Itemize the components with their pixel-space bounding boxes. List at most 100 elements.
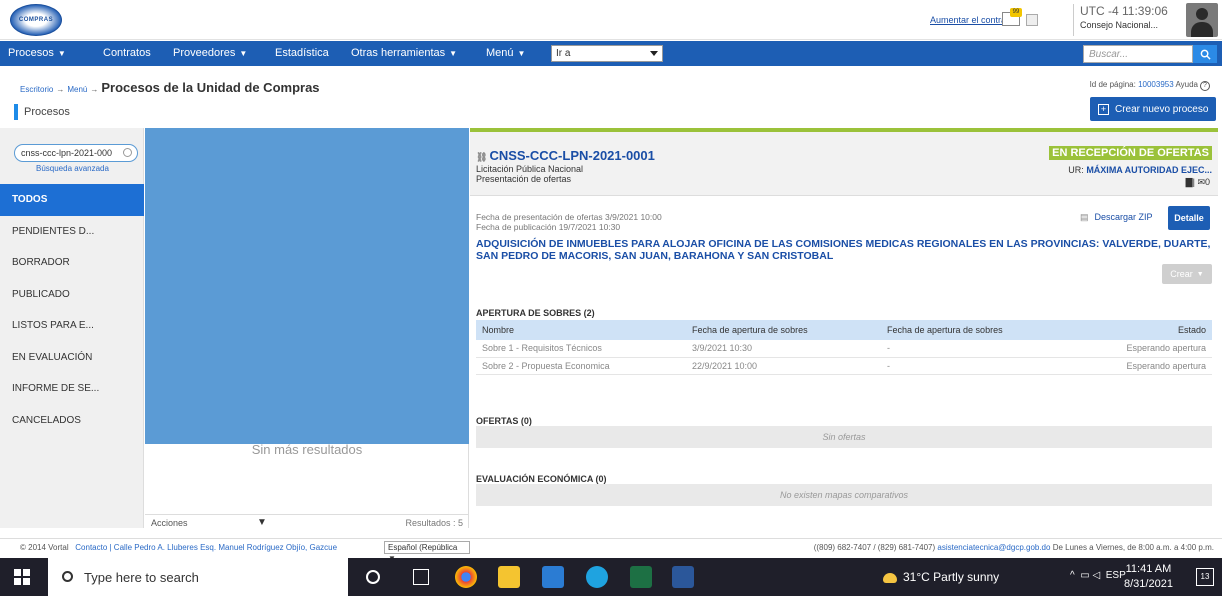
table-row[interactable]: Sobre 1 - Requisitos Técnicos 3/9/2021 1… [476,340,1212,358]
search-icon[interactable] [123,148,132,157]
col-fecha-apertura: Fecha de apertura de sobres [686,320,881,340]
task-view-icon[interactable] [413,569,429,585]
language-select[interactable]: Español (República ▼ [384,541,470,563]
envelopes-title: APERTURA DE SOBRES (2) [476,308,595,318]
user-name[interactable]: Consejo Nacional... [1080,20,1183,30]
nav-estadistica[interactable]: Estadística [275,47,329,59]
os-taskbar: Type here to search 31°C Partly sunny ^ … [0,558,1222,596]
process-code[interactable]: ⛓ CNSS-CCC-LPN-2021-0001 [476,148,655,163]
attachments-indicator: ▇| ✉0 [1185,177,1210,187]
network-icon[interactable]: ▭ [1080,570,1089,581]
global-search-input[interactable]: Buscar... [1083,45,1193,63]
nav-proveedores[interactable]: Proveedores ▼ [173,47,247,59]
process-stage: Presentación de ofertas [476,174,572,184]
caret-down-icon: ▼ [449,49,458,58]
footer-left: © 2014 Vortal Contacto | Calle Pedro A. … [20,543,338,552]
offers-title: OFERTAS (0) [476,416,532,426]
nav-procesos[interactable]: Procesos ▼ [8,47,66,59]
col-fecha-apertura-2: Fecha de apertura de sobres [881,320,1081,340]
file-explorer-icon[interactable] [498,566,520,588]
chrome-icon[interactable] [455,566,477,588]
word-icon[interactable] [672,566,694,588]
breadcrumb-root[interactable]: Escritorio [20,85,53,94]
results-count: Resultados : 5 [405,518,463,528]
col-nombre: Nombre [476,320,686,340]
advanced-search-link[interactable]: Búsqueda avanzada [36,164,109,173]
status-item-evaluacion[interactable]: EN EVALUACIÓN [0,342,144,374]
status-item-informe[interactable]: INFORME DE SE... [0,373,144,405]
status-item-todos[interactable]: TODOS [0,184,144,216]
redacted-area [145,128,469,444]
avatar[interactable] [1186,3,1218,37]
help-link[interactable]: Ayuda [1175,80,1198,89]
support-email-link[interactable]: asistenciatecnica@dgcp.gob.do [937,543,1050,552]
status-item-pendientes[interactable]: PENDIENTES D... [0,216,144,248]
taskbar-clock[interactable]: 11:41 AM 8/31/2021 [1124,562,1173,592]
taskbar-search-input[interactable]: Type here to search [48,558,348,596]
create-new-process-button[interactable]: + Crear nuevo proceso [1090,97,1216,121]
mail-count-badge: 99 [1010,8,1022,17]
chevron-down-icon[interactable]: ▼ [257,517,267,528]
dropdown-arrow-icon [650,51,658,56]
contact-link[interactable]: Contacto | Calle Pedro A. Lluberes Esq. … [75,543,337,552]
system-tray[interactable]: ^ ▭ ◁ ESP [1070,570,1126,581]
process-detail: ⛓ CNSS-CCC-LPN-2021-0001 Licitación Públi… [470,128,1218,528]
outlook-icon[interactable] [542,566,564,588]
edge-icon[interactable] [586,566,608,588]
results-list: Sin más resultados Acciones ▼ Resultados… [145,128,469,528]
status-item-borrador[interactable]: BORRADOR [0,247,144,279]
document-icon[interactable] [1026,14,1038,26]
app-window: COMPRAS Aumentar el contraste 99 UTC -4 … [0,0,1222,596]
utc-clock: UTC -4 11:39:06 [1080,4,1168,18]
evaluation-empty: No existen mapas comparativos [476,484,1212,506]
excel-icon[interactable] [630,566,652,588]
results-footer: Acciones ▼ Resultados : 5 [145,514,469,530]
caret-down-icon: ▼ [517,49,526,58]
create-button[interactable]: Crear ▼ [1162,264,1212,284]
status-item-listos[interactable]: LISTOS PARA E... [0,310,144,342]
presentation-date: Fecha de presentación de ofertas 3/9/202… [476,212,662,222]
status-list: TODOS PENDIENTES D... BORRADOR PUBLICADO… [0,184,144,436]
compras-logo[interactable]: COMPRAS [10,4,62,36]
volume-icon[interactable]: ◁ [1093,570,1101,581]
search-icon [62,571,73,582]
publication-date: Fecha de publicación 19/7/2021 10:30 [476,222,621,232]
search-icon [1200,49,1211,60]
process-search-input[interactable]: cnss-ccc-lpn-2021-000 [14,144,138,162]
table-row[interactable]: Sobre 2 - Propuesta Economica 22/9/2021 … [476,357,1212,375]
cortana-icon[interactable] [366,570,380,584]
language-indicator[interactable]: ESP [1106,570,1126,581]
weather-widget[interactable]: 31°C Partly sunny [883,570,999,584]
actions-menu[interactable]: Acciones [151,518,188,528]
process-description[interactable]: ADQUISICIÓN DE INMUEBLES PARA ALOJAR OFI… [476,238,1212,262]
page-id-info: Id de página: 10003953 Ayuda? [1090,80,1210,91]
chevron-up-icon[interactable]: ^ [1070,570,1075,581]
link-icon: ⛓ [476,152,488,162]
envelopes-table: Nombre Fecha de apertura de sobres Fecha… [476,320,1212,375]
breadcrumb-arrow: → [56,85,65,94]
footer-right: ((809) 682-7407 / (829) 681-7407) asiste… [813,543,1214,552]
process-type: Licitación Pública Nacional [476,164,584,174]
goto-select[interactable]: Ir a [551,45,663,62]
status-item-cancelados[interactable]: CANCELADOS [0,405,144,437]
page-id-value[interactable]: 10003953 [1138,80,1174,89]
no-more-results: Sin más resultados [251,442,363,457]
status-item-publicado[interactable]: PUBLICADO [0,279,144,311]
nav-contratos[interactable]: Contratos [103,47,151,59]
status-filter-sidebar: cnss-ccc-lpn-2021-000 Búsqueda avanzada … [0,128,144,528]
nav-otras-herramientas[interactable]: Otras herramientas ▼ [351,47,457,59]
help-icon[interactable]: ? [1200,81,1210,91]
zip-icon: ▤ [1080,212,1089,222]
breadcrumb-menu[interactable]: Menú [67,85,87,94]
windows-start-icon[interactable] [14,569,30,585]
detail-button[interactable]: Detalle [1168,206,1210,230]
weather-icon [883,572,897,583]
main-nav: Procesos ▼ Contratos Proveedores ▼ Estadís… [0,41,1222,66]
mail-icon: ✉ [1197,177,1205,187]
search-button[interactable] [1193,45,1217,63]
section-title: Procesos [14,104,70,120]
notification-center-icon[interactable]: 13 [1196,568,1214,586]
download-zip-link[interactable]: ▤ Descargar ZIP [1080,212,1153,223]
logo-text: COMPRAS [18,17,54,23]
nav-menu[interactable]: Menú ▼ [486,47,525,59]
